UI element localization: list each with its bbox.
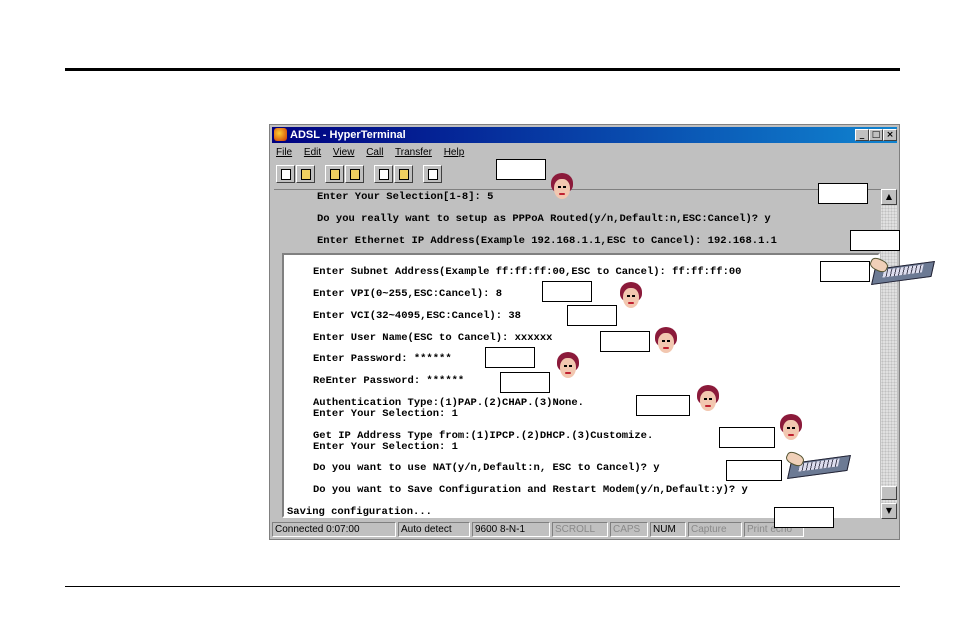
callout-box [820,261,870,282]
window-title: ADSL - HyperTerminal [290,129,406,141]
menu-edit[interactable]: Edit [304,147,321,158]
scroll-down-arrow-icon[interactable]: ▼ [881,503,897,519]
terminal-upper-area[interactable]: Enter Your Selection[1-8]: 5 Do you real… [274,189,881,249]
callout-box [600,331,650,352]
terminal-line: Do you really want to setup as PPPoA Rou… [317,213,771,225]
terminal-line: Enter Ethernet IP Address(Example 192.16… [317,235,777,247]
face-illustration-icon [780,414,802,442]
callout-box [496,159,546,180]
status-num: NUM [650,522,686,537]
terminal-line: Enter Password: ****** [313,353,452,365]
maximize-button[interactable]: □ [869,129,883,141]
disconnect-icon[interactable] [345,165,364,183]
face-illustration-icon [655,327,677,355]
face-illustration-icon [620,282,642,310]
status-connected: Connected 0:07:00 [272,522,396,537]
callout-box [636,395,690,416]
status-baud: 9600 8-N-1 [472,522,550,537]
scrollbar-thumb[interactable] [881,486,897,500]
keyboard-illustration-icon [868,255,935,285]
status-scroll: SCROLL [552,522,608,537]
terminal-line: Enter Your Selection: 1 [313,441,458,453]
menu-file[interactable]: File [276,147,292,158]
status-capture: Capture [688,522,742,537]
terminal-line: Enter Your Selection: 1 [313,408,458,420]
terminal-line: Enter VPI(0~255,ESC:Cancel): 8 [313,288,503,300]
new-icon[interactable] [276,165,295,183]
menu-transfer[interactable]: Transfer [395,147,432,158]
face-illustration-icon [697,385,719,413]
face-illustration-icon [551,173,573,201]
callout-box [719,427,775,448]
menu-view[interactable]: View [333,147,355,158]
terminal-line: Do you want to use NAT(y/n,Default:n, ES… [313,462,660,474]
callout-box [567,305,617,326]
face-illustration-icon [557,352,579,380]
title-bar[interactable]: ADSL - HyperTerminal _ □ × [272,127,897,143]
callout-box [726,460,782,481]
callout-box [485,347,535,368]
menu-bar: File Edit View Call Transfer Help [276,147,473,161]
terminal-line: Saving configuration... [287,506,432,518]
terminal-line: Enter Your Selection[1-8]: 5 [317,191,494,203]
callout-box [500,372,550,393]
close-button[interactable]: × [883,129,897,141]
open-icon[interactable] [296,165,315,183]
terminal-line: Enter User Name(ESC to Cancel): xxxxxx [313,332,553,344]
callout-box [850,230,900,251]
top-rule [65,68,900,71]
keyboard-illustration-icon [784,449,851,479]
hyperterminal-window: ADSL - HyperTerminal _ □ × File Edit Vie… [269,124,900,540]
terminal-line: Do you want to Save Configuration and Re… [313,484,748,496]
minimize-button[interactable]: _ [855,129,869,141]
callout-box [542,281,592,302]
hyperterminal-app-icon[interactable] [274,128,287,141]
terminal-line: Enter Subnet Address(Example ff:ff:ff:00… [313,266,742,278]
terminal-line: Enter VCI(32~4095,ESC:Cancel): 38 [313,310,521,322]
scroll-up-arrow-icon[interactable]: ▲ [881,189,897,205]
bottom-rule [65,586,900,587]
status-detect: Auto detect [398,522,470,537]
menu-call[interactable]: Call [366,147,383,158]
send-icon[interactable] [374,165,393,183]
callout-box [774,507,834,528]
connect-icon[interactable] [325,165,344,183]
terminal-line: ReEnter Password: ****** [313,375,465,387]
properties-icon[interactable] [423,165,442,183]
receive-icon[interactable] [394,165,413,183]
callout-box [818,183,868,204]
menu-help[interactable]: Help [444,147,465,158]
status-caps: CAPS [610,522,648,537]
